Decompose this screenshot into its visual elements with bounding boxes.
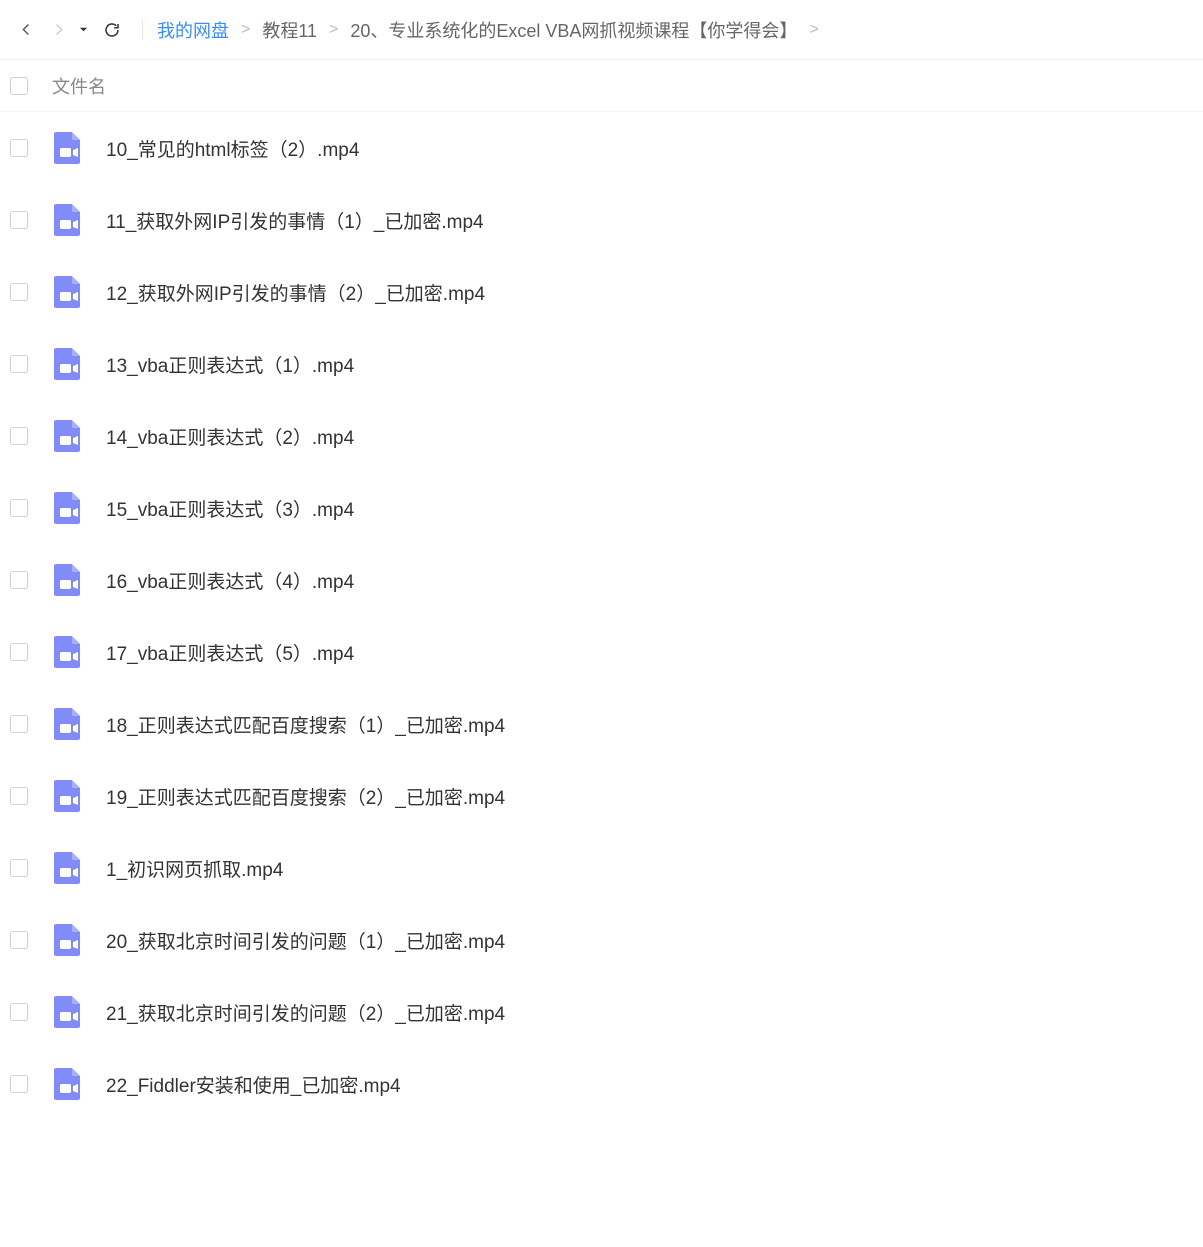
column-filename-label: 文件名 bbox=[52, 73, 106, 99]
breadcrumb-sep: > bbox=[809, 21, 818, 39]
list-header: 文件名 bbox=[0, 60, 1203, 112]
file-checkbox[interactable] bbox=[10, 1003, 28, 1021]
file-row[interactable]: 18_正则表达式匹配百度搜索（1）_已加密.mp4 bbox=[0, 688, 1203, 760]
video-file-icon bbox=[50, 490, 86, 526]
video-file-icon bbox=[50, 202, 86, 238]
file-checkbox[interactable] bbox=[10, 355, 28, 373]
file-row[interactable]: 16_vba正则表达式（4）.mp4 bbox=[0, 544, 1203, 616]
file-name: 16_vba正则表达式（4）.mp4 bbox=[106, 567, 354, 594]
file-checkbox[interactable] bbox=[10, 427, 28, 445]
chevron-right-icon bbox=[51, 22, 66, 37]
video-file-icon bbox=[50, 634, 86, 670]
file-row[interactable]: 20_获取北京时间引发的问题（1）_已加密.mp4 bbox=[0, 904, 1203, 976]
chevron-left-icon bbox=[19, 22, 34, 37]
file-name: 21_获取北京时间引发的问题（2）_已加密.mp4 bbox=[106, 999, 505, 1026]
file-checkbox[interactable] bbox=[10, 499, 28, 517]
video-file-icon bbox=[50, 706, 86, 742]
file-name: 14_vba正则表达式（2）.mp4 bbox=[106, 423, 354, 450]
breadcrumb-root[interactable]: 我的网盘 bbox=[157, 17, 229, 43]
file-list: 10_常见的html标签（2）.mp4 11_获取外网IP引发的事情（1）_已加密… bbox=[0, 112, 1203, 1120]
file-checkbox[interactable] bbox=[10, 715, 28, 733]
file-name: 11_获取外网IP引发的事情（1）_已加密.mp4 bbox=[106, 207, 484, 234]
video-file-icon bbox=[50, 778, 86, 814]
video-file-icon bbox=[50, 1066, 86, 1102]
toolbar-divider bbox=[142, 20, 143, 40]
nav-forward-button[interactable] bbox=[42, 14, 74, 46]
file-checkbox[interactable] bbox=[10, 1075, 28, 1093]
file-row[interactable]: 13_vba正则表达式（1）.mp4 bbox=[0, 328, 1203, 400]
video-file-icon bbox=[50, 562, 86, 598]
file-row[interactable]: 19_正则表达式匹配百度搜索（2）_已加密.mp4 bbox=[0, 760, 1203, 832]
caret-down-icon bbox=[79, 25, 88, 34]
refresh-button[interactable] bbox=[96, 14, 128, 46]
file-row[interactable]: 17_vba正则表达式（5）.mp4 bbox=[0, 616, 1203, 688]
file-row[interactable]: 21_获取北京时间引发的问题（2）_已加密.mp4 bbox=[0, 976, 1203, 1048]
video-file-icon bbox=[50, 130, 86, 166]
file-row[interactable]: 11_获取外网IP引发的事情（1）_已加密.mp4 bbox=[0, 184, 1203, 256]
breadcrumb-item-0[interactable]: 教程11 bbox=[262, 17, 317, 43]
video-file-icon bbox=[50, 994, 86, 1030]
refresh-icon bbox=[103, 21, 121, 39]
file-checkbox[interactable] bbox=[10, 859, 28, 877]
toolbar: 我的网盘 > 教程11 > 20、专业系统化的Excel VBA网抓视频课程【你… bbox=[0, 0, 1203, 60]
file-name: 10_常见的html标签（2）.mp4 bbox=[106, 135, 359, 162]
file-name: 22_Fiddler安装和使用_已加密.mp4 bbox=[106, 1071, 401, 1098]
file-name: 20_获取北京时间引发的问题（1）_已加密.mp4 bbox=[106, 927, 505, 954]
file-name: 17_vba正则表达式（5）.mp4 bbox=[106, 639, 354, 666]
file-checkbox[interactable] bbox=[10, 643, 28, 661]
nav-back-button[interactable] bbox=[10, 14, 42, 46]
file-name: 12_获取外网IP引发的事情（2）_已加密.mp4 bbox=[106, 279, 485, 306]
file-name: 1_初识网页抓取.mp4 bbox=[106, 855, 283, 882]
file-row[interactable]: 10_常见的html标签（2）.mp4 bbox=[0, 112, 1203, 184]
file-row[interactable]: 14_vba正则表达式（2）.mp4 bbox=[0, 400, 1203, 472]
file-checkbox[interactable] bbox=[10, 211, 28, 229]
breadcrumb-sep: > bbox=[241, 21, 250, 39]
video-file-icon bbox=[50, 274, 86, 310]
file-checkbox[interactable] bbox=[10, 787, 28, 805]
file-checkbox[interactable] bbox=[10, 931, 28, 949]
file-checkbox[interactable] bbox=[10, 139, 28, 157]
file-checkbox[interactable] bbox=[10, 571, 28, 589]
breadcrumb: 我的网盘 > 教程11 > 20、专业系统化的Excel VBA网抓视频课程【你… bbox=[157, 17, 819, 43]
file-name: 13_vba正则表达式（1）.mp4 bbox=[106, 351, 354, 378]
video-file-icon bbox=[50, 418, 86, 454]
history-dropdown-button[interactable] bbox=[74, 25, 92, 34]
file-name: 15_vba正则表达式（3）.mp4 bbox=[106, 495, 354, 522]
breadcrumb-sep: > bbox=[329, 21, 338, 39]
breadcrumb-item-1[interactable]: 20、专业系统化的Excel VBA网抓视频课程【你学得会】 bbox=[350, 17, 797, 43]
file-row[interactable]: 15_vba正则表达式（3）.mp4 bbox=[0, 472, 1203, 544]
file-row[interactable]: 1_初识网页抓取.mp4 bbox=[0, 832, 1203, 904]
file-checkbox[interactable] bbox=[10, 283, 28, 301]
file-row[interactable]: 12_获取外网IP引发的事情（2）_已加密.mp4 bbox=[0, 256, 1203, 328]
file-name: 19_正则表达式匹配百度搜索（2）_已加密.mp4 bbox=[106, 783, 505, 810]
video-file-icon bbox=[50, 346, 86, 382]
select-all-checkbox[interactable] bbox=[10, 77, 28, 95]
video-file-icon bbox=[50, 922, 86, 958]
video-file-icon bbox=[50, 850, 86, 886]
file-row[interactable]: 22_Fiddler安装和使用_已加密.mp4 bbox=[0, 1048, 1203, 1120]
file-name: 18_正则表达式匹配百度搜索（1）_已加密.mp4 bbox=[106, 711, 505, 738]
